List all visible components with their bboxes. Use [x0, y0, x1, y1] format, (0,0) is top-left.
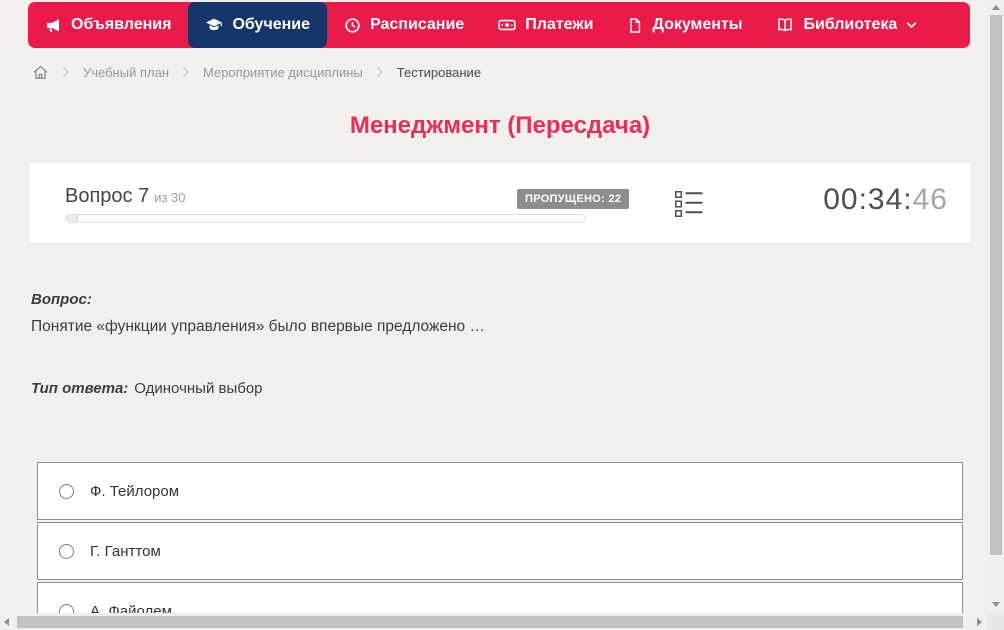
question-label: Вопрос:: [31, 291, 961, 308]
open-book-icon: [776, 16, 794, 34]
answer-text: Г. Ганттом: [90, 543, 161, 560]
answer-type-value: Одиночный выбор: [134, 380, 262, 397]
question-number-label: Вопрос 7: [65, 185, 149, 207]
question-section: Вопрос: Понятие «функции управления» был…: [31, 291, 961, 397]
page-content: Объявления Обучение Расписание: [0, 0, 987, 613]
nav-item-label: Библиотека: [803, 16, 897, 34]
progress-bar-fill: [66, 215, 78, 222]
test-page: Объявления Обучение Расписание: [0, 0, 1004, 630]
cash-icon: [498, 16, 516, 34]
top-navigation: Объявления Обучение Расписание: [28, 2, 970, 48]
horizontal-scrollbar[interactable]: [0, 613, 987, 630]
nav-item-label: Объявления: [71, 16, 171, 34]
skipped-badge: ПРОПУЩЕНО: 22: [517, 189, 629, 209]
nav-item-label: Расписание: [370, 16, 464, 34]
question-list-button[interactable]: [675, 191, 703, 221]
answer-type-label: Тип ответа:: [31, 380, 128, 397]
scroll-right-arrow[interactable]: [977, 618, 982, 626]
nav-item-announcements[interactable]: Объявления: [28, 2, 188, 48]
question-header-card: Вопрос 7 из 30 ПРОПУЩЕНО: 22 00:34:46: [30, 163, 970, 243]
nav-item-label: Платежи: [525, 16, 593, 34]
nav-item-learning[interactable]: Обучение: [188, 2, 327, 48]
radio-button[interactable]: [59, 484, 74, 499]
page-title: Менеджмент (Пересдача): [0, 112, 987, 140]
breadcrumb: Учебный план Мероприятие дисциплины Тест…: [32, 61, 481, 83]
megaphone-icon: [45, 17, 62, 34]
answer-options: Ф. Тейлором Г. Ганттом А. Файолем: [37, 462, 963, 613]
graduation-cap-icon: [205, 16, 223, 34]
answer-option-1[interactable]: Ф. Тейлором: [37, 462, 963, 520]
answer-text: Ф. Тейлором: [90, 483, 179, 500]
nav-item-payments[interactable]: Платежи: [481, 2, 610, 48]
nav-item-label: Документы: [652, 16, 742, 34]
question-text: Понятие «функции управления» было впервы…: [31, 318, 961, 336]
vertical-scrollbar-thumb[interactable]: [990, 15, 1002, 555]
answer-type-row: Тип ответа: Одиночный выбор: [31, 380, 961, 397]
chevron-right-icon: [182, 66, 190, 78]
answer-option-2[interactable]: Г. Ганттом: [37, 522, 963, 580]
clock-icon: [344, 17, 361, 34]
nav-item-documents[interactable]: Документы: [610, 2, 759, 48]
vertical-scrollbar[interactable]: [987, 0, 1004, 613]
answer-text: А. Файолем: [90, 603, 172, 614]
question-total-label: из 30: [154, 190, 185, 205]
home-icon[interactable]: [32, 64, 49, 81]
breadcrumb-item-curriculum[interactable]: Учебный план: [83, 65, 169, 80]
scroll-down-arrow[interactable]: [992, 602, 1000, 607]
scrollbar-corner: [987, 613, 1004, 630]
scroll-left-arrow[interactable]: [4, 618, 9, 626]
progress-bar: [65, 214, 586, 223]
nav-item-label: Обучение: [232, 16, 310, 34]
nav-item-library[interactable]: Библиотека: [759, 2, 934, 48]
breadcrumb-item-testing: Тестирование: [397, 65, 481, 80]
scroll-up-arrow[interactable]: [992, 5, 1000, 10]
nav-item-schedule[interactable]: Расписание: [327, 2, 481, 48]
breadcrumb-item-discipline-event[interactable]: Мероприятие дисциплины: [203, 65, 363, 80]
chevron-right-icon: [62, 66, 70, 78]
radio-button[interactable]: [59, 604, 74, 614]
horizontal-scrollbar-thumb[interactable]: [17, 616, 963, 628]
chevron-down-icon: [906, 21, 917, 29]
timer: 00:34:46: [823, 183, 948, 217]
timer-minutes: 00:34:: [823, 183, 912, 216]
timer-seconds: 46: [913, 183, 948, 216]
radio-button[interactable]: [59, 544, 74, 559]
answer-option-3[interactable]: А. Файолем: [37, 582, 963, 613]
document-icon: [627, 17, 643, 34]
question-number: Вопрос 7 из 30: [65, 185, 186, 208]
question-list-icon: [675, 191, 703, 218]
chevron-right-icon: [376, 66, 384, 78]
